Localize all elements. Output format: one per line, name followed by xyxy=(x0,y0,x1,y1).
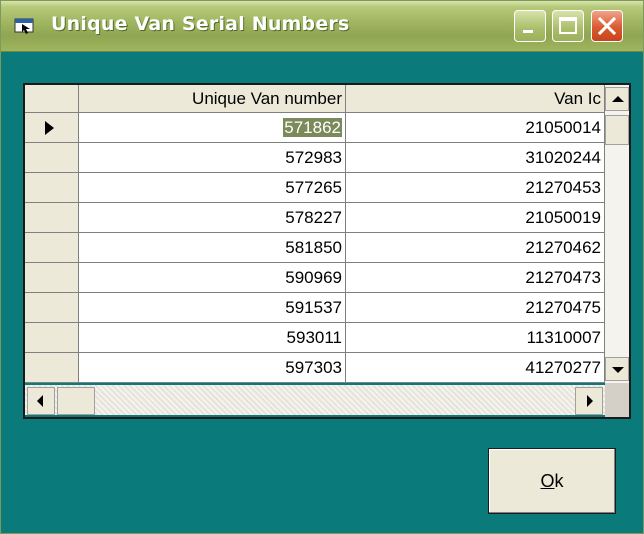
table-row[interactable]: 572983 31020244 xyxy=(25,143,605,173)
table-row[interactable]: 581850 21270462 xyxy=(25,233,605,263)
row-selector[interactable] xyxy=(25,293,79,323)
title-bar[interactable]: Unique Van Serial Numbers xyxy=(1,1,643,52)
vertical-scroll-thumb[interactable] xyxy=(605,115,629,145)
minimize-icon xyxy=(523,30,533,33)
scroll-left-button[interactable] xyxy=(27,387,55,415)
grid-cell-van-number[interactable]: 577265 xyxy=(79,173,346,203)
scrollbar-corner xyxy=(605,383,629,417)
grid-cell-van-id[interactable]: 21270475 xyxy=(346,293,605,323)
minimize-button[interactable] xyxy=(514,10,546,42)
arrow-right-icon xyxy=(587,395,593,407)
scroll-down-button[interactable] xyxy=(605,357,629,381)
app-window-icon xyxy=(14,18,34,34)
grid-cell-van-number[interactable]: 597303 xyxy=(79,353,346,383)
grid-cell-van-number[interactable]: 593011 xyxy=(79,323,346,353)
grid-cell-van-id[interactable]: 21270462 xyxy=(346,233,605,263)
grid-cell-van-number[interactable]: 571862 xyxy=(79,113,346,143)
row-selector[interactable] xyxy=(25,173,79,203)
row-selector[interactable] xyxy=(25,203,79,233)
dialog-window: Unique Van Serial Numbers Unique Van num… xyxy=(0,0,644,534)
table-row[interactable]: 590969 21270473 xyxy=(25,263,605,293)
row-pointer-icon xyxy=(45,121,54,135)
window-title: Unique Van Serial Numbers xyxy=(51,13,350,35)
row-selector[interactable] xyxy=(25,323,79,353)
ok-label-rest: k xyxy=(554,471,564,491)
van-serial-grid[interactable]: Unique Van number Van Ic 571862 21050014… xyxy=(23,83,631,419)
grid-cell-van-id[interactable]: 31020244 xyxy=(346,143,605,173)
row-selector[interactable] xyxy=(25,233,79,263)
grid-cell-van-id[interactable]: 21270473 xyxy=(346,263,605,293)
maximize-icon xyxy=(559,17,577,34)
column-header-van-id[interactable]: Van Ic xyxy=(346,85,605,113)
table-row[interactable]: 577265 21270453 xyxy=(25,173,605,203)
table-row[interactable]: 597303 41270277 xyxy=(25,353,605,383)
close-icon xyxy=(597,16,617,36)
grid-cell-van-id[interactable]: 11310007 xyxy=(346,323,605,353)
arrow-up-icon xyxy=(612,96,624,102)
scroll-up-button[interactable] xyxy=(605,87,629,111)
ok-mnemonic: O xyxy=(540,471,555,491)
grid-cell-van-number[interactable]: 572983 xyxy=(79,143,346,173)
arrow-down-icon xyxy=(612,367,624,373)
row-selector[interactable] xyxy=(25,353,79,383)
ok-button[interactable]: Ok xyxy=(488,448,616,514)
scroll-right-button[interactable] xyxy=(575,387,603,415)
table-row[interactable]: 571862 21050014 xyxy=(25,113,605,143)
horizontal-scrollbar[interactable] xyxy=(25,385,605,415)
row-selector[interactable] xyxy=(25,143,79,173)
column-header-unique-van-number[interactable]: Unique Van number xyxy=(79,85,346,113)
table-row[interactable]: 578227 21050019 xyxy=(25,203,605,233)
selected-cell-text[interactable]: 571862 xyxy=(283,118,342,137)
grid-cell-van-number[interactable]: 581850 xyxy=(79,233,346,263)
table-row[interactable]: 593011 11310007 xyxy=(25,323,605,353)
close-button[interactable] xyxy=(591,10,623,42)
grid-cell-van-id[interactable]: 21050014 xyxy=(346,113,605,143)
grid-rows: 571862 21050014 572983 31020244 577265 2… xyxy=(25,113,605,383)
row-selector[interactable] xyxy=(25,113,79,143)
grid-cell-van-id[interactable]: 21270453 xyxy=(346,173,605,203)
grid-cell-van-number[interactable]: 591537 xyxy=(79,293,346,323)
row-selector[interactable] xyxy=(25,263,79,293)
arrow-left-icon xyxy=(37,395,43,407)
horizontal-scroll-thumb[interactable] xyxy=(57,387,95,415)
grid-cell-van-number[interactable]: 590969 xyxy=(79,263,346,293)
grid-cell-van-number[interactable]: 578227 xyxy=(79,203,346,233)
grid-header-corner xyxy=(25,85,79,113)
grid-cell-van-id[interactable]: 21050019 xyxy=(346,203,605,233)
table-row[interactable]: 591537 21270475 xyxy=(25,293,605,323)
maximize-button[interactable] xyxy=(552,10,584,42)
vertical-scrollbar[interactable] xyxy=(605,85,629,383)
grid-cell-van-id[interactable]: 41270277 xyxy=(346,353,605,383)
